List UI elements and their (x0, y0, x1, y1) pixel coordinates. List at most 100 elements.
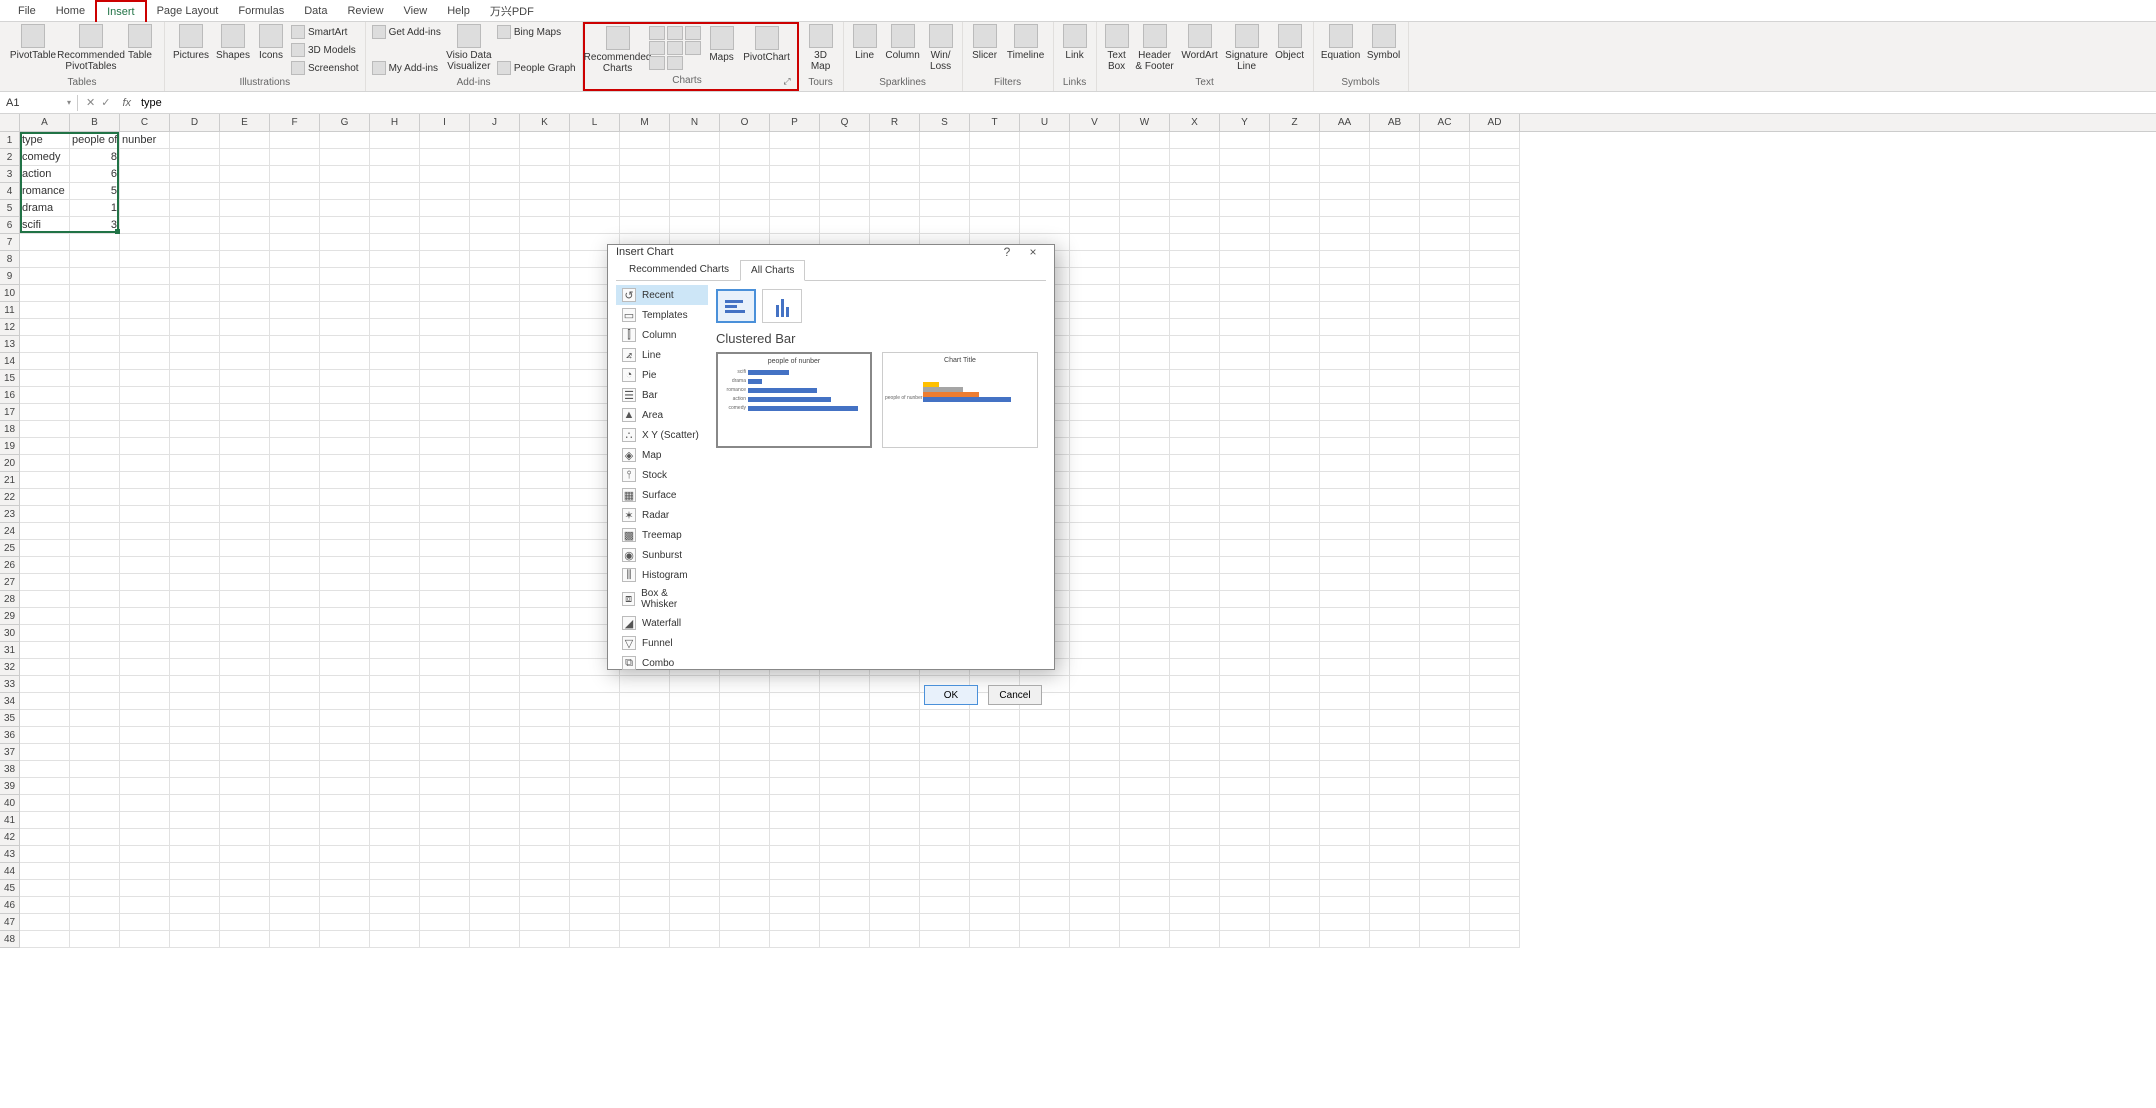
cell[interactable] (1420, 472, 1470, 489)
cell[interactable] (1370, 642, 1420, 659)
cell[interactable] (20, 761, 70, 778)
cell[interactable] (120, 829, 170, 846)
cell[interactable]: action (20, 166, 70, 183)
cell[interactable] (1470, 642, 1520, 659)
cell[interactable] (1070, 200, 1120, 217)
cell[interactable] (1120, 710, 1170, 727)
cell[interactable] (670, 863, 720, 880)
signature-line-button[interactable]: Signature Line (1225, 24, 1269, 72)
cell[interactable] (820, 778, 870, 795)
cell[interactable] (1420, 625, 1470, 642)
cell[interactable] (1120, 744, 1170, 761)
cell[interactable] (270, 506, 320, 523)
pivottable-button[interactable]: PivotTable (6, 24, 60, 61)
cell[interactable] (1070, 285, 1120, 302)
cell[interactable] (170, 404, 220, 421)
cell[interactable] (1170, 506, 1220, 523)
cell[interactable] (1270, 676, 1320, 693)
chart-type-item[interactable]: ∴X Y (Scatter) (616, 425, 708, 445)
cell[interactable] (1370, 574, 1420, 591)
cell[interactable] (170, 217, 220, 234)
cell[interactable] (520, 778, 570, 795)
cell[interactable] (670, 914, 720, 931)
cell[interactable]: 3 (70, 217, 120, 234)
pictures-button[interactable]: Pictures (171, 24, 211, 61)
cell[interactable] (1370, 319, 1420, 336)
cell[interactable] (270, 370, 320, 387)
cell[interactable] (620, 914, 670, 931)
cell[interactable] (320, 149, 370, 166)
cell[interactable] (820, 727, 870, 744)
cell[interactable] (420, 608, 470, 625)
cell[interactable] (1320, 591, 1370, 608)
cell[interactable] (170, 846, 220, 863)
cell[interactable] (1220, 540, 1270, 557)
cell[interactable] (220, 727, 270, 744)
cell[interactable] (1170, 931, 1220, 948)
cell[interactable] (270, 931, 320, 948)
cell[interactable] (270, 421, 320, 438)
cell[interactable] (1370, 489, 1420, 506)
cell[interactable] (770, 897, 820, 914)
cell[interactable] (20, 557, 70, 574)
cell[interactable] (1270, 846, 1320, 863)
col-header[interactable]: O (720, 114, 770, 131)
cell[interactable] (170, 132, 220, 149)
chart-type-item[interactable]: ✶Radar (616, 505, 708, 525)
cell[interactable] (1170, 234, 1220, 251)
cell[interactable] (1270, 744, 1320, 761)
cell[interactable] (520, 506, 570, 523)
cell[interactable] (20, 268, 70, 285)
cell[interactable] (170, 812, 220, 829)
cell[interactable] (20, 234, 70, 251)
cell[interactable]: 6 (70, 166, 120, 183)
cell[interactable] (970, 761, 1020, 778)
cell[interactable] (320, 931, 370, 948)
cell[interactable] (820, 812, 870, 829)
cell[interactable] (1120, 829, 1170, 846)
chart-type-item[interactable]: ◢Waterfall (616, 613, 708, 633)
cell[interactable] (1370, 438, 1420, 455)
cell[interactable] (520, 132, 570, 149)
tab-data[interactable]: Data (294, 1, 337, 21)
cell[interactable] (820, 914, 870, 931)
cell[interactable] (1270, 455, 1320, 472)
cell[interactable] (1120, 642, 1170, 659)
cell[interactable] (520, 710, 570, 727)
row-header[interactable]: 27 (0, 574, 20, 591)
cell[interactable] (1370, 523, 1420, 540)
cell[interactable] (520, 574, 570, 591)
cell[interactable] (620, 217, 670, 234)
cell[interactable] (120, 234, 170, 251)
cell[interactable] (1220, 829, 1270, 846)
cell[interactable] (270, 353, 320, 370)
cell[interactable] (420, 387, 470, 404)
cell[interactable] (1320, 200, 1370, 217)
cell[interactable] (1370, 863, 1420, 880)
cell[interactable] (1120, 404, 1170, 421)
cell[interactable] (220, 285, 270, 302)
cell[interactable] (1270, 149, 1320, 166)
cell[interactable] (1420, 336, 1470, 353)
cell[interactable] (20, 608, 70, 625)
cell[interactable] (320, 863, 370, 880)
cell[interactable] (1420, 778, 1470, 795)
cell[interactable] (670, 812, 720, 829)
cell[interactable] (1320, 693, 1370, 710)
row-header[interactable]: 1 (0, 132, 20, 149)
cell[interactable] (1470, 353, 1520, 370)
cell[interactable] (70, 676, 120, 693)
cell[interactable] (1170, 166, 1220, 183)
chart-type-item[interactable]: ◈Map (616, 445, 708, 465)
cell[interactable] (1270, 625, 1320, 642)
cell[interactable] (1120, 472, 1170, 489)
cell[interactable] (1420, 302, 1470, 319)
cell[interactable] (170, 200, 220, 217)
cell[interactable] (520, 676, 570, 693)
cell[interactable] (170, 931, 220, 948)
cell[interactable] (320, 897, 370, 914)
cell[interactable] (520, 183, 570, 200)
cell[interactable] (1470, 846, 1520, 863)
col-header[interactable]: W (1120, 114, 1170, 131)
cell[interactable] (170, 608, 220, 625)
